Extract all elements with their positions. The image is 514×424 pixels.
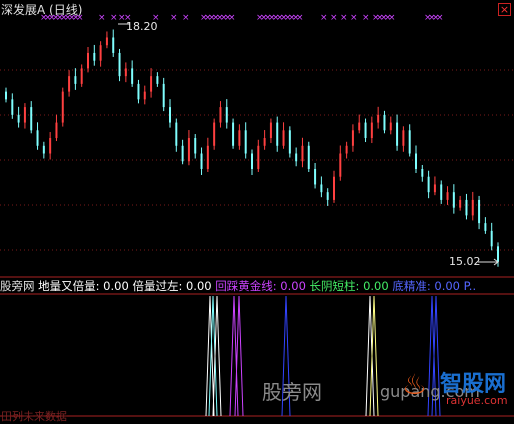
- signal-spike: [212, 295, 222, 417]
- price-chart-pane[interactable]: × × × × × × × × × × × × × × × × × × × × × × × × × × × × × × × × × × × × × × × ×…: [0, 0, 514, 278]
- signal-mark: ×: [110, 13, 118, 23]
- watermark-left: 股旁网: [262, 380, 322, 404]
- indicator-item: 回踩黄金线: 0.00: [215, 279, 310, 293]
- signal-mark: ×: [436, 13, 444, 23]
- watermark-brand-url: raiyue.com: [446, 394, 508, 407]
- signal-mark: ×: [330, 13, 338, 23]
- low-price-label: 15.02: [449, 255, 481, 268]
- signal-mark: ×: [98, 13, 106, 23]
- signal-mark: ×: [320, 13, 328, 23]
- signal-spike: [369, 295, 379, 417]
- signal-mark: ×: [228, 13, 236, 23]
- signal-mark: ×: [296, 13, 304, 23]
- high-price-label: 18.20: [126, 20, 158, 33]
- indicator-name: 股旁网: [0, 279, 35, 293]
- signal-mark: ×: [388, 13, 396, 23]
- signal-mark: ×: [350, 13, 358, 23]
- indicator-item: 地量又倍量: 0.00: [38, 279, 133, 293]
- footer-text: 田列未来数据: [1, 410, 67, 423]
- indicator-chart[interactable]: [0, 278, 514, 423]
- indicator-item: 底精准: 0.00: [392, 279, 464, 293]
- indicator-item: 长阴短柱: 0.00: [309, 279, 393, 293]
- indicator-tail: P..: [463, 279, 477, 293]
- close-button[interactable]: ×: [498, 3, 511, 16]
- indicator-item: 倍量过左: 0.00: [132, 279, 216, 293]
- signal-mark: ×: [182, 13, 190, 23]
- indicator-legend: 股旁网 地量又倍量: 0.00 倍量过左: 0.00 回踩黄金线: 0.00 长…: [0, 278, 476, 294]
- flame-icon: ♨: [402, 368, 428, 401]
- signal-mark: ×: [340, 13, 348, 23]
- signal-spike: [365, 295, 375, 417]
- signal-mark: ×: [170, 13, 178, 23]
- indicator-pane[interactable]: 股旁网 地量又倍量: 0.00 倍量过左: 0.00 回踩黄金线: 0.00 长…: [0, 278, 514, 423]
- chart-title: 深发展A (日线): [1, 3, 83, 17]
- price-chart[interactable]: ×××××××××× × × ×× × × × ×××××××× ××××××××××× × × × ×…: [0, 0, 514, 278]
- signal-mark: ×: [362, 13, 370, 23]
